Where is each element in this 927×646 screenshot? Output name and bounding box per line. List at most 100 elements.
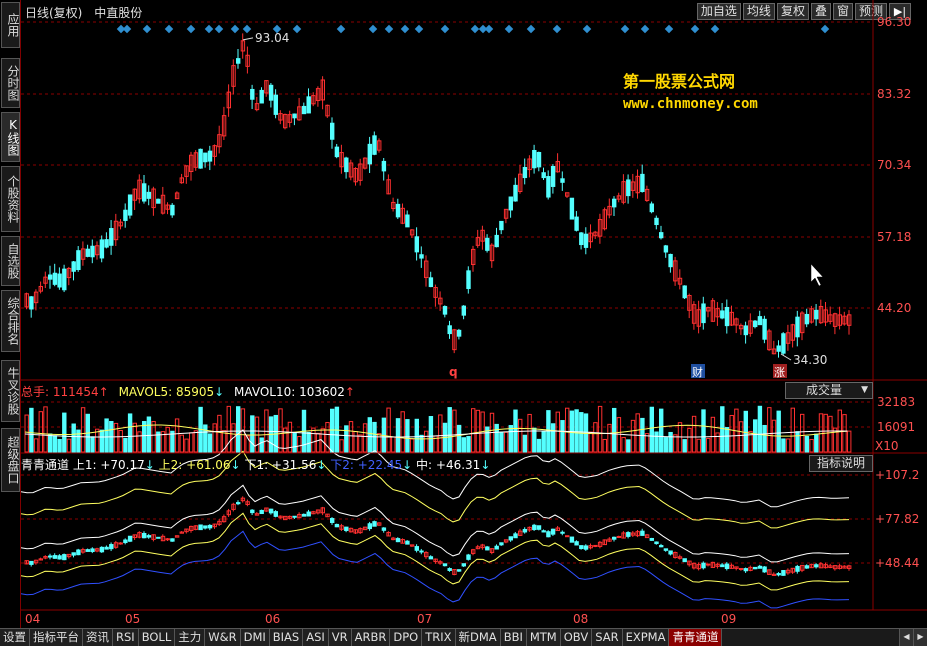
indicator-candle-body: [569, 536, 575, 543]
volume-bar: [104, 418, 109, 453]
price-tick-label: 96.30: [877, 15, 911, 29]
indicator-candle-body: [804, 565, 810, 569]
volume-bar: [597, 405, 603, 453]
left-tab-apps[interactable]: 应用: [1, 2, 20, 48]
candle-body: [757, 316, 763, 326]
candle-body: [301, 105, 307, 115]
indicator-candle-body: [583, 545, 589, 550]
watermark-url: www.chnmoney.com: [623, 96, 758, 112]
price-tick-label: 70.34: [877, 158, 911, 172]
volume-bar: [358, 434, 363, 453]
indicator-candle-body: [494, 545, 499, 550]
bottom-tab[interactable]: 设置: [0, 629, 30, 646]
event-marker-finance: 财: [692, 365, 703, 379]
bottom-tab[interactable]: MTM: [526, 629, 561, 646]
bottom-tab[interactable]: ASI: [303, 629, 329, 646]
bottom-tab[interactable]: BOLL: [138, 629, 176, 646]
left-tab-level2[interactable]: 超级盘口: [1, 428, 20, 492]
candle-body: [550, 165, 556, 187]
indicator-candle-body: [447, 568, 452, 571]
indicator-candle-body: [268, 508, 274, 514]
volume-bar: [649, 406, 654, 453]
scroll-right-icon[interactable]: ▶: [913, 629, 927, 646]
volume-bar: [593, 422, 598, 453]
bottom-tab[interactable]: W&R: [205, 629, 241, 646]
bottom-tab[interactable]: DMI: [240, 629, 270, 646]
signal-diamond: [710, 24, 720, 34]
left-tab-ranking[interactable]: 综合排名: [1, 290, 20, 352]
volume-bar: [691, 415, 697, 453]
indicator-candle-body: [236, 502, 241, 505]
left-tab-intraday[interactable]: 分时图: [1, 58, 20, 108]
bottom-tab[interactable]: DPO: [390, 629, 423, 646]
left-tab-profile[interactable]: 个股资料: [1, 166, 20, 232]
indicator-candle-body: [90, 548, 95, 553]
indicator-candle-body: [57, 555, 62, 560]
volume-bar: [795, 431, 800, 453]
volume-bars: [24, 405, 852, 453]
indicator-candle-body: [626, 532, 631, 537]
bottom-tab[interactable]: 新DMA: [455, 629, 501, 646]
volume-bar: [99, 429, 105, 453]
candle-body: [640, 173, 645, 193]
volume-ma10: MAVOL10: 103602: [234, 385, 345, 399]
left-tab-watchlist[interactable]: 自选股: [1, 236, 20, 286]
indicator-down2: 下2: +22.45: [330, 458, 403, 472]
indicator-help-button[interactable]: 指标说明: [809, 455, 873, 472]
volume-bar: [687, 427, 692, 453]
bottom-tab[interactable]: OBV: [560, 629, 593, 646]
volume-bar: [348, 421, 354, 453]
bottom-tab[interactable]: 青青通道: [669, 629, 723, 646]
volume-bar: [315, 432, 321, 453]
indicator-candle-body: [118, 542, 123, 545]
volume-bar: [24, 414, 29, 453]
chevron-down-icon: ▼: [861, 385, 868, 395]
indicator-candle-body: [640, 530, 645, 536]
volume-bar: [57, 438, 62, 453]
volume-bar: [306, 431, 311, 453]
indicator-candle-body: [203, 525, 208, 529]
x-tick: 08: [573, 612, 589, 626]
volume-bar: [541, 430, 546, 453]
indicator-candle-body: [781, 570, 786, 576]
volume-bar: [729, 414, 734, 453]
candle-body: [560, 178, 565, 183]
volume-bar: [207, 433, 213, 453]
bottom-tab[interactable]: BIAS: [269, 629, 304, 646]
volume-bar: [113, 422, 119, 453]
indicator-candle-body: [414, 546, 420, 551]
bottom-tab[interactable]: RSI: [113, 629, 139, 646]
indicator-candle-body: [85, 549, 90, 552]
scroll-left-icon[interactable]: ◀: [899, 629, 913, 646]
signal-diamond: [526, 24, 536, 34]
indicator-candle-body: [706, 563, 711, 566]
signal-diamond: [384, 24, 394, 34]
candle-body: [804, 313, 810, 325]
indicator-legend: 青青通道 上1: +70.17↓ 上2: +61.06↓ 下1: +31.56↓…: [21, 458, 491, 472]
volume-bar: [588, 431, 593, 453]
volume-bar: [179, 434, 185, 453]
bottom-tab[interactable]: 指标平台: [30, 629, 83, 646]
volume-bar: [720, 406, 725, 453]
bottom-tab[interactable]: 主力: [175, 629, 206, 646]
volume-bar: [800, 413, 805, 453]
candle-body: [583, 233, 589, 248]
bottom-tab[interactable]: 资讯: [83, 629, 113, 646]
candle-body: [48, 274, 53, 280]
volume-bar: [809, 438, 814, 453]
bottom-tab[interactable]: TRIX: [422, 629, 456, 646]
bottom-tab[interactable]: ARBR: [351, 629, 391, 646]
signal-diamond: [400, 24, 410, 34]
left-tab-diagnosis[interactable]: 牛叉诊股: [1, 360, 20, 422]
charts-canvas: 96.30 83.32 70.34 57.18 44.20 93.04 34.30 q 财 涨 32…: [21, 0, 927, 611]
indicator-candle-body: [616, 535, 622, 538]
bottom-tab[interactable]: SAR: [592, 629, 623, 646]
left-tab-kline[interactable]: K线图: [1, 112, 20, 162]
volume-bar: [654, 431, 659, 453]
bottom-tab[interactable]: BBI: [500, 629, 527, 646]
volume-indicator-select[interactable]: 成交量 ▼: [785, 382, 873, 399]
indicator-tick-label: +107.2: [875, 468, 919, 482]
bottom-tab[interactable]: EXPMA: [622, 629, 670, 646]
bottom-tab[interactable]: VR: [328, 629, 352, 646]
volume-bar: [386, 407, 391, 453]
